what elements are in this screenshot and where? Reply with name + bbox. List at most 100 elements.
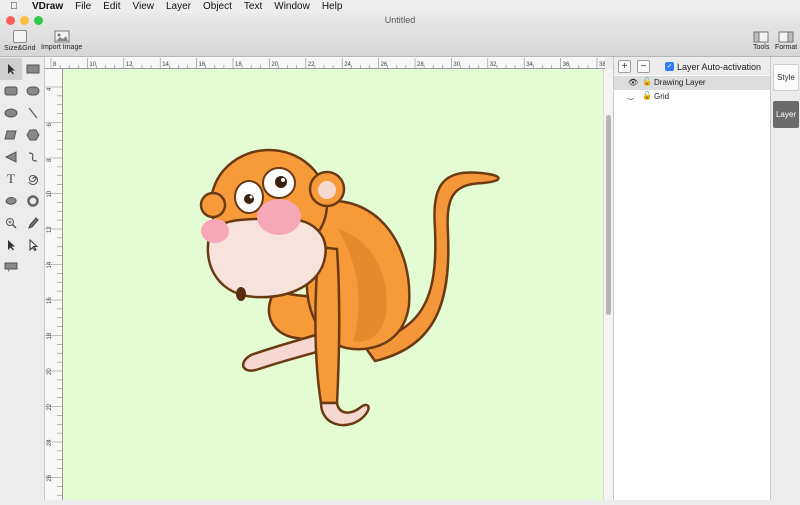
eye-icon[interactable]: 👁 bbox=[628, 78, 638, 87]
add-layer-button[interactable]: + bbox=[618, 60, 631, 73]
scrollbar-thumb[interactable] bbox=[606, 115, 611, 315]
menu-help[interactable]: Help bbox=[322, 1, 343, 12]
ruler-label: 12 bbox=[126, 62, 133, 68]
ruler-label: 26 bbox=[47, 474, 53, 481]
remove-layer-button[interactable]: − bbox=[637, 60, 650, 73]
size-grid-label: Size&Grid bbox=[4, 45, 36, 52]
ruler-label: 4 bbox=[47, 87, 53, 91]
image-icon bbox=[54, 30, 70, 43]
ruler-label: 10 bbox=[89, 62, 96, 68]
monkey-illustration[interactable] bbox=[63, 69, 603, 500]
ruler-label: 26 bbox=[381, 62, 388, 68]
monkey-front-hand bbox=[319, 401, 370, 427]
size-grid-button[interactable]: Size&Grid bbox=[4, 30, 36, 52]
monkey-left-ear bbox=[199, 191, 227, 219]
ruler-label: 30 bbox=[453, 62, 460, 68]
ruler-label: 34 bbox=[526, 62, 533, 68]
hexagon-icon[interactable] bbox=[22, 124, 44, 146]
ruler-label: 8 bbox=[53, 62, 57, 68]
tools-button[interactable]: Tools bbox=[753, 30, 769, 51]
ruler-label: 18 bbox=[47, 332, 53, 339]
ruler-label: 18 bbox=[235, 62, 242, 68]
line-icon[interactable] bbox=[22, 102, 44, 124]
import-image-button[interactable]: Import Image bbox=[41, 30, 82, 51]
layer-name: Grid bbox=[654, 92, 670, 101]
menu-view[interactable]: View bbox=[132, 1, 154, 12]
menu-window[interactable]: Window bbox=[274, 1, 310, 12]
menu-edit[interactable]: Edit bbox=[103, 1, 120, 12]
window-title: Untitled bbox=[384, 15, 416, 25]
triangle-icon[interactable] bbox=[0, 146, 22, 168]
comment-icon[interactable] bbox=[0, 256, 22, 278]
format-label: Format bbox=[775, 44, 798, 51]
curve-icon[interactable] bbox=[22, 146, 44, 168]
tools-label: Tools bbox=[753, 44, 770, 51]
ruler-label: 20 bbox=[271, 62, 278, 68]
eye-closed-icon[interactable]: ‿ bbox=[628, 92, 634, 100]
inspector-tabs: Style Layer bbox=[770, 57, 800, 500]
layer-row-grid[interactable]: ‿ 🔓 Grid bbox=[614, 90, 771, 104]
ruler-label: 16 bbox=[199, 62, 206, 68]
unlock-icon[interactable]: 🔓 bbox=[642, 77, 652, 86]
ruler-label: 14 bbox=[162, 62, 169, 68]
rounded-rect2-icon[interactable] bbox=[22, 80, 44, 102]
ruler-label: 24 bbox=[344, 62, 351, 68]
parallelogram-icon[interactable] bbox=[0, 124, 22, 146]
ruler-label: 38 bbox=[599, 62, 605, 68]
monkey-mouth bbox=[236, 287, 246, 301]
window-titlebar: Untitled bbox=[0, 13, 800, 29]
ruler-label: 22 bbox=[47, 403, 53, 410]
canvas-vertical-scrollbar[interactable] bbox=[603, 69, 613, 500]
tab-style[interactable]: Style bbox=[773, 64, 799, 91]
ruler-top: 8 10 12 14 16 18 20 22 24 26 28 30 32 34 36 38 bbox=[45, 57, 625, 70]
ruler-label: 6 bbox=[47, 123, 53, 127]
import-image-label: Import Image bbox=[41, 44, 83, 51]
node-select-icon[interactable] bbox=[22, 234, 44, 256]
ruler-label: 16 bbox=[47, 297, 53, 304]
ruler-label: 24 bbox=[47, 439, 53, 446]
menu-object[interactable]: Object bbox=[203, 1, 232, 12]
rectangle-icon[interactable] bbox=[22, 58, 44, 80]
ruler-label: 36 bbox=[563, 62, 570, 68]
menu-text[interactable]: Text bbox=[244, 1, 262, 12]
menu-layer[interactable]: Layer bbox=[166, 1, 191, 12]
menu-file[interactable]: File bbox=[75, 1, 91, 12]
toolbar: Size&Grid Import Image Tools Format bbox=[0, 29, 800, 57]
layer-auto-activation-label: Layer Auto-activation bbox=[677, 62, 762, 72]
ruler-left: 4 6 8 10 12 14 16 18 20 22 24 26 bbox=[45, 69, 63, 505]
ruler-label: 10 bbox=[47, 190, 53, 197]
menubar:  VDraw File Edit View Layer Object Text… bbox=[0, 0, 800, 13]
direct-select-icon[interactable] bbox=[0, 234, 22, 256]
zoom-icon[interactable] bbox=[0, 212, 22, 234]
ruler-label: 20 bbox=[47, 368, 53, 375]
ruler-label: 14 bbox=[47, 261, 53, 268]
layers-panel: + − ✓ Layer Auto-activation 👁 🔓 Drawing … bbox=[613, 57, 771, 500]
layer-row-drawing[interactable]: 👁 🔓 Drawing Layer bbox=[614, 76, 771, 90]
apple-icon[interactable]:  bbox=[10, 1, 26, 12]
layers-panel-header: + − ✓ Layer Auto-activation bbox=[614, 57, 771, 75]
pencil-icon[interactable] bbox=[22, 212, 44, 234]
ruler-label: 12 bbox=[47, 226, 53, 233]
rounded-rect-icon[interactable] bbox=[0, 80, 22, 102]
monkey-left-cheek bbox=[201, 219, 229, 243]
format-button[interactable]: Format bbox=[775, 30, 797, 51]
format-panel-icon bbox=[778, 31, 794, 43]
ruler-label: 28 bbox=[417, 62, 424, 68]
tool-palette: T bbox=[0, 57, 45, 500]
unlock-icon[interactable]: 🔓 bbox=[642, 91, 652, 100]
text-icon[interactable]: T bbox=[0, 168, 22, 190]
layer-name: Drawing Layer bbox=[654, 78, 706, 87]
ring-icon[interactable] bbox=[22, 190, 44, 212]
select-arrow-icon[interactable] bbox=[0, 58, 22, 80]
ruler-label: 32 bbox=[490, 62, 497, 68]
spiral-icon[interactable] bbox=[22, 168, 44, 190]
monkey-right-cheek bbox=[257, 199, 301, 235]
tools-panel-icon bbox=[753, 31, 769, 43]
blob-icon[interactable] bbox=[0, 190, 22, 212]
menu-app[interactable]: VDraw bbox=[32, 1, 63, 12]
ruler-label: 22 bbox=[308, 62, 315, 68]
tab-layer[interactable]: Layer bbox=[773, 101, 799, 128]
layer-auto-activation-checkbox[interactable]: ✓ bbox=[665, 62, 674, 71]
drawing-canvas[interactable] bbox=[63, 69, 603, 500]
ellipse-icon[interactable] bbox=[0, 102, 22, 124]
